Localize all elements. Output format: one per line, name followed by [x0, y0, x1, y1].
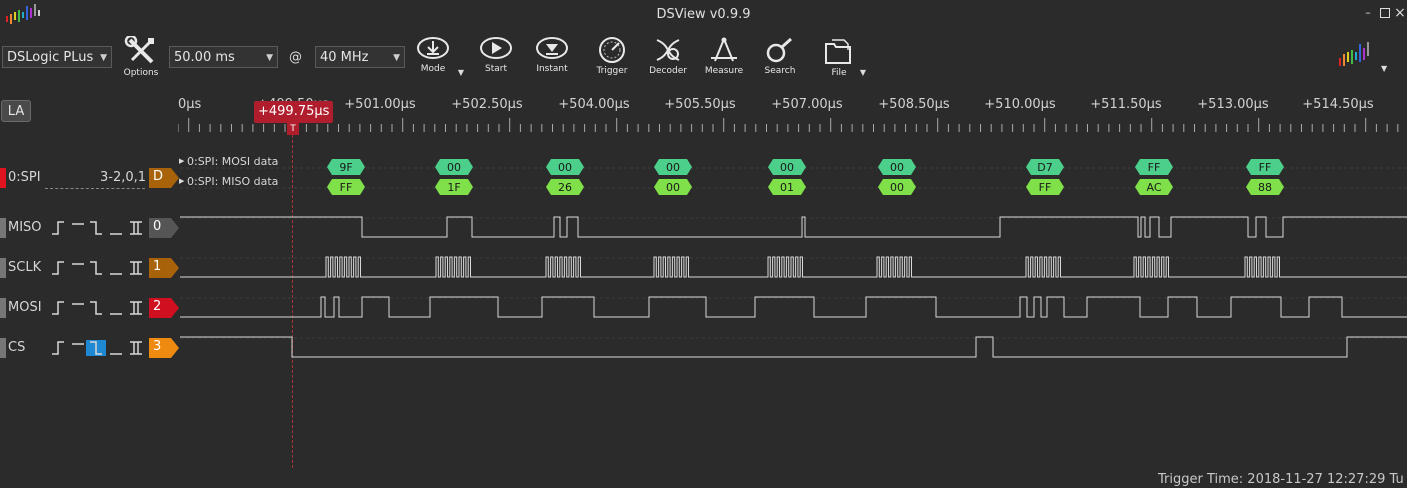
- miso-decoded-byte-text: 26: [558, 181, 572, 194]
- mosi-decoded-byte[interactable]: 00: [435, 159, 473, 175]
- miso-decoded-byte[interactable]: AC: [1135, 179, 1173, 195]
- miso-decoded-byte[interactable]: 1F: [435, 179, 473, 195]
- mosi-decoded-byte-text: 00: [780, 161, 794, 174]
- miso-decoded-byte-text: 00: [890, 181, 904, 194]
- mosi-decoded-byte-text: FF: [1148, 161, 1161, 174]
- mosi-decoded-byte[interactable]: 00: [878, 159, 916, 175]
- miso-decoded-byte[interactable]: 26: [546, 179, 584, 195]
- mosi-decoded-byte-text: 00: [890, 161, 904, 174]
- miso-decoded-byte-text: FF: [340, 181, 353, 194]
- miso-decoded-byte-text: 1F: [447, 181, 460, 194]
- mosi-decoded-byte-text: FF: [1259, 161, 1272, 174]
- mosi-decoded-byte-text: 9F: [339, 161, 352, 174]
- mosi-decoded-byte[interactable]: 9F: [327, 159, 365, 175]
- miso-decoded-byte-text: 00: [666, 181, 680, 194]
- mosi-decoded-byte-text: 00: [666, 161, 680, 174]
- mosi-decoded-byte[interactable]: D7: [1026, 159, 1064, 175]
- mosi-decoded-byte-text: 00: [447, 161, 461, 174]
- mosi-decoded-byte-text: 00: [558, 161, 572, 174]
- miso-decoded-byte[interactable]: FF: [327, 179, 365, 195]
- miso-decoded-byte-text: 01: [780, 181, 794, 194]
- trigger-time-status: Trigger Time: 2018-11-27 12:27:29 Tu: [1158, 472, 1404, 487]
- cs-waveform: [180, 336, 1407, 358]
- mosi-decoded-byte[interactable]: 00: [654, 159, 692, 175]
- mosi-decoded-byte[interactable]: FF: [1135, 159, 1173, 175]
- sclk-waveform: [180, 256, 1407, 278]
- miso-decoded-byte-text: AC: [1146, 181, 1161, 194]
- miso-decoded-byte[interactable]: 00: [654, 179, 692, 195]
- mosi-decoded-byte[interactable]: FF: [1246, 159, 1284, 175]
- miso-waveform: [180, 216, 1407, 238]
- mosi-decoded-byte-text: D7: [1037, 161, 1052, 174]
- miso-decoded-byte[interactable]: 88: [1246, 179, 1284, 195]
- waveform-area[interactable]: 9F 00 00 00 00 00 D7 FF FF FF 1F 26 00 01 00 FF AC 88: [0, 0, 1407, 488]
- miso-decoded-byte[interactable]: FF: [1026, 179, 1064, 195]
- mosi-decoded-byte[interactable]: 00: [768, 159, 806, 175]
- miso-decoded-byte-text: FF: [1039, 181, 1052, 194]
- miso-decoded-byte[interactable]: 01: [768, 179, 806, 195]
- mosi-waveform: [180, 296, 1407, 318]
- miso-decoded-byte[interactable]: 00: [878, 179, 916, 195]
- mosi-decoded-byte[interactable]: 00: [546, 159, 584, 175]
- miso-decoded-byte-text: 88: [1258, 181, 1272, 194]
